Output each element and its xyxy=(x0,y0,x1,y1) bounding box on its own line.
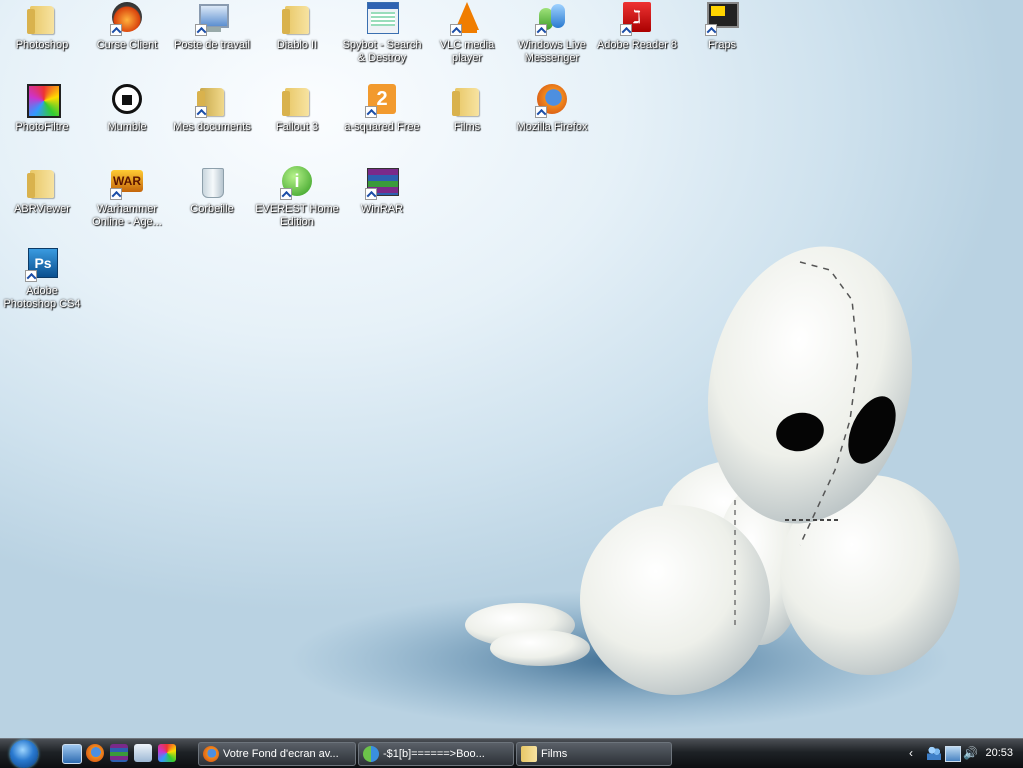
desktop-icon-a-squared[interactable]: 2 a-squared Free xyxy=(339,84,425,134)
winrar-quicklaunch-icon[interactable] xyxy=(110,744,128,762)
volume-icon[interactable]: 🔊 xyxy=(963,746,978,760)
mumble-icon xyxy=(112,84,142,114)
desktop-icon-windows-live-messenger[interactable]: Windows Live Messenger xyxy=(509,2,595,65)
show-desktop-icon[interactable] xyxy=(62,744,82,764)
desktop-icon-firefox[interactable]: Mozilla Firefox xyxy=(509,84,595,134)
windows-start-orb-icon xyxy=(10,740,38,768)
system-tray: ‹ 🔊 20:53 xyxy=(903,739,1023,768)
desktop-icon-poste-de-travail[interactable]: Poste de travail xyxy=(169,2,255,52)
taskbar-window-firefox[interactable]: Votre Fond d'ecran av... xyxy=(198,742,356,766)
desktop-icon-adobe-reader[interactable]: ℷ Adobe Reader 8 xyxy=(594,2,680,52)
folder-icon xyxy=(282,6,309,34)
photofiltre-icon xyxy=(27,84,61,118)
desktop-icon-films[interactable]: Films xyxy=(424,84,510,134)
chevron-left-icon[interactable]: ‹ xyxy=(909,746,923,760)
desktop-icon-corbeille[interactable]: Corbeille xyxy=(169,166,255,216)
desktop-icon-diablo-ii[interactable]: Diablo II xyxy=(254,2,340,52)
desktop-icon-fallout-3[interactable]: Fallout 3 xyxy=(254,84,340,134)
firefox-quicklaunch-icon[interactable] xyxy=(86,744,104,762)
desktop-icon-fraps[interactable]: Fraps xyxy=(679,2,765,52)
desktop: Photoshop Curse Client Poste de travail … xyxy=(0,0,1023,738)
taskbar-window-films[interactable]: Films xyxy=(516,742,672,766)
desktop-icon-winrar[interactable]: WinRAR xyxy=(339,166,425,216)
desktop-icon-warhammer-online[interactable]: WAR Warhammer Online - Age... xyxy=(84,166,170,229)
taskbar-window-messenger[interactable]: -$1[b]======>Boo... xyxy=(358,742,514,766)
spybot-icon xyxy=(367,2,399,34)
firefox-icon xyxy=(203,746,219,762)
network-icon[interactable] xyxy=(945,746,961,762)
folder-icon xyxy=(27,170,54,198)
start-button[interactable] xyxy=(2,740,48,768)
desktop-icon-spybot[interactable]: Spybot - Search & Destroy xyxy=(339,2,425,65)
desktop-icon-vlc[interactable]: VLC media player xyxy=(424,2,510,65)
folder-icon xyxy=(452,88,479,116)
messenger-icon xyxy=(363,746,379,762)
desktop-icon-mumble[interactable]: Mumble xyxy=(84,84,170,134)
photofiltre-quicklaunch-icon[interactable] xyxy=(158,744,176,762)
folder-icon xyxy=(282,88,309,116)
desktop-icon-photofiltre[interactable]: PhotoFiltre xyxy=(0,84,85,134)
desktop-icon-everest[interactable]: i EVEREST Home Edition xyxy=(254,166,340,229)
folder-icon xyxy=(27,6,54,34)
recycle-bin-icon xyxy=(202,168,224,198)
clock[interactable]: 20:53 xyxy=(985,739,1013,768)
desktop-icon-adobe-photoshop-cs4[interactable]: Ps Adobe Photoshop CS4 xyxy=(0,248,85,311)
desktop-icon-curse-client[interactable]: Curse Client xyxy=(84,2,170,52)
taskbar: Votre Fond d'ecran av... -$1[b]======>Bo… xyxy=(0,738,1023,768)
users-icon[interactable] xyxy=(927,746,941,760)
desktop-icon-photoshop-folder[interactable]: Photoshop xyxy=(0,2,85,52)
folder-icon xyxy=(521,746,537,762)
desktop-icon-abrviewer[interactable]: ABRViewer xyxy=(0,166,85,216)
search-icon[interactable] xyxy=(134,744,152,762)
desktop-icon-mes-documents[interactable]: Mes documents xyxy=(169,84,255,134)
